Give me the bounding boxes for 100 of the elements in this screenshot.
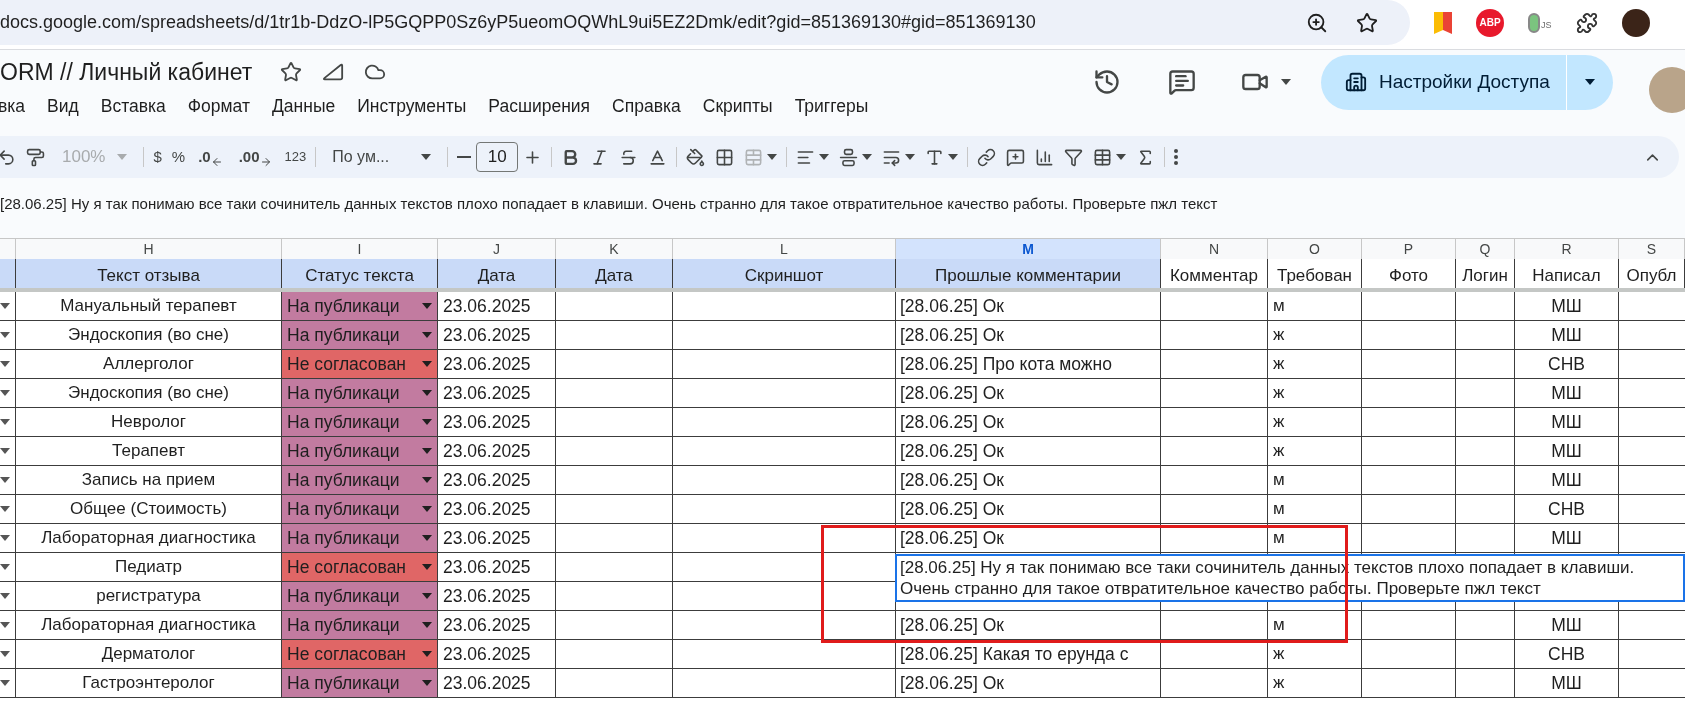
history-icon[interactable] (1093, 68, 1121, 96)
caret-icon (422, 448, 432, 454)
caret-icon (1281, 79, 1291, 85)
arrow-left-icon (210, 156, 223, 169)
bookmark-icon[interactable] (1434, 11, 1452, 34)
column-header: Прошлые комментарии (896, 259, 1161, 288)
table-cell-text: Общее (Стоимость) (70, 498, 227, 520)
status-dropdown[interactable]: На публикаци (282, 524, 438, 552)
status-dropdown[interactable]: На публикаци (282, 611, 438, 639)
status-dropdown[interactable]: На публикаци (282, 582, 438, 610)
caret-icon (422, 332, 432, 338)
column-letter[interactable]: M (896, 239, 1161, 261)
table-cell-text: 23.06.2025 (443, 294, 531, 318)
table-cell-text: 23.06.2025 (443, 352, 531, 376)
status-dropdown[interactable]: Не согласован (282, 640, 438, 668)
menu-item[interactable]: Вставка (100, 92, 166, 120)
zoom-icon[interactable] (1306, 11, 1328, 34)
number-format-button[interactable]: 123 (279, 141, 312, 173)
caret-icon (422, 680, 432, 686)
percent-button[interactable]: % (166, 141, 191, 173)
status-dropdown[interactable]: На публикаци (282, 408, 438, 436)
dropdown-icon (0, 651, 10, 657)
status-dropdown[interactable]: На публикаци (282, 379, 438, 407)
comment-icon[interactable] (1168, 68, 1196, 96)
table-cell-text: Эндоскопия (во сне) (68, 324, 229, 346)
column-header: Написал (1515, 259, 1619, 288)
caret-icon (422, 622, 432, 628)
undo-icon (0, 147, 16, 167)
menu-item[interactable]: Справка (612, 92, 681, 120)
caret-icon (421, 154, 432, 160)
table-cell-text: ж (1273, 324, 1285, 347)
column-header: Логин (1456, 259, 1515, 288)
dropdown-icon (0, 535, 10, 541)
table-cell-text: м (1273, 498, 1285, 521)
menu-item[interactable]: Расширения (488, 92, 591, 120)
table-cell-text: МШ (1551, 671, 1582, 695)
table-cell-text: 23.06.2025 (443, 323, 531, 347)
status-dropdown[interactable]: На публикаци (282, 466, 438, 494)
url-text: docs.google.com/spreadsheets/d/1tr1b-DdzO-lP5GQPP0Sz6yP5ueomOQWhL9ui5EZ2Dmk/edit?gid=851369130#gid=851369130 (0, 11, 1036, 34)
table-cell-text: 23.06.2025 (443, 468, 531, 492)
status-dropdown[interactable]: На публикаци (282, 669, 438, 697)
caret-icon (422, 390, 432, 396)
table-cell-text: Мануальный терапевт (60, 295, 237, 317)
status-dropdown[interactable]: На публикаци (282, 437, 438, 465)
menu-item[interactable]: Вид (47, 92, 79, 120)
currency-button[interactable]: $ (148, 141, 167, 173)
document-title[interactable]: ORM // Личный кабинет (0, 54, 253, 90)
dropdown-icon (0, 303, 10, 309)
vertical-align-icon (839, 147, 859, 167)
table-cell-text: МШ (1551, 381, 1582, 405)
column-header: Опубл (1619, 259, 1685, 288)
star-icon[interactable] (280, 61, 303, 83)
profile-avatar[interactable] (1621, 8, 1650, 37)
table-cell-text: 23.06.2025 (443, 642, 531, 666)
caret-icon (422, 506, 432, 512)
menu-item[interactable]: Данные (271, 92, 336, 120)
menu-item[interactable]: Инструменты (357, 92, 467, 120)
borders-icon (715, 147, 735, 167)
font-size-field[interactable]: 10 (476, 142, 519, 172)
font-dropdown[interactable]: По ум... (320, 145, 444, 169)
menu-item[interactable]: Формат (187, 92, 250, 120)
add-comment-icon (1006, 147, 1026, 167)
table-cell-text: Педиатр (114, 556, 182, 578)
table-cell-text: Эндоскопия (во сне) (68, 382, 229, 404)
table-cell-text: СНВ (1548, 642, 1585, 666)
table-cell-text: 23.06.2025 (443, 613, 531, 637)
menu-item[interactable]: Скрипты (702, 92, 773, 120)
table-cell-text: 23.06.2025 (443, 526, 531, 550)
star-icon[interactable] (1356, 11, 1378, 34)
formula-text[interactable]: [28.06.25] Ну я так понимаю все таки сочинитель данных текстов плохо попадает в клавиши. Очень странно для такое отвратительное качество работы. Проверьте пжл текст (0, 192, 1218, 216)
adblock-extension[interactable]: ABP (1476, 8, 1504, 37)
status-dropdown[interactable]: На публикаци (282, 321, 438, 349)
dropdown-icon (0, 419, 10, 425)
table-cell-text: Аллерголог (103, 353, 194, 375)
status-dropdown[interactable]: Не согласован (282, 350, 438, 378)
increase-decimals-button[interactable]: .00 (230, 145, 280, 169)
address-bar[interactable]: docs.google.com/spreadsheets/d/1tr1b-DdzO-lP5GQPP0Sz6yP5ueomOQWhL9ui5EZ2Dmk/edit?gid=851369130#gid=851369130 (0, 0, 1410, 45)
strikethrough-icon (619, 147, 639, 167)
share-button[interactable]: Настройки Доступа (1321, 54, 1613, 110)
table-cell-text: ж (1273, 440, 1285, 463)
caret-icon (948, 154, 959, 160)
merge-icon (744, 147, 764, 167)
dropdown-icon (1585, 79, 1595, 85)
status-dropdown[interactable]: На публикаци (282, 495, 438, 523)
table-cell-text: м (1273, 614, 1285, 637)
extensions-icon[interactable] (1575, 11, 1598, 34)
caret-icon (422, 361, 432, 367)
table-cell-text: Невролог (110, 411, 187, 433)
menu-item[interactable]: Триггеры (794, 92, 869, 120)
table-cell-text: МШ (1551, 439, 1582, 463)
caret-icon (905, 154, 916, 160)
table-cell-text: Лабораторная диагностика (41, 614, 256, 636)
menu-item[interactable]: вка (0, 92, 26, 120)
arrow-right-icon (259, 156, 272, 169)
table-cell-text: МШ (1551, 410, 1582, 434)
status-dropdown[interactable]: Не согласован (282, 553, 438, 581)
decrease-decimals-button[interactable]: .0 (190, 145, 231, 169)
status-dropdown[interactable]: На публикаци (282, 292, 438, 320)
column-header: Текст отзыва (16, 259, 282, 288)
link-icon (977, 147, 997, 167)
